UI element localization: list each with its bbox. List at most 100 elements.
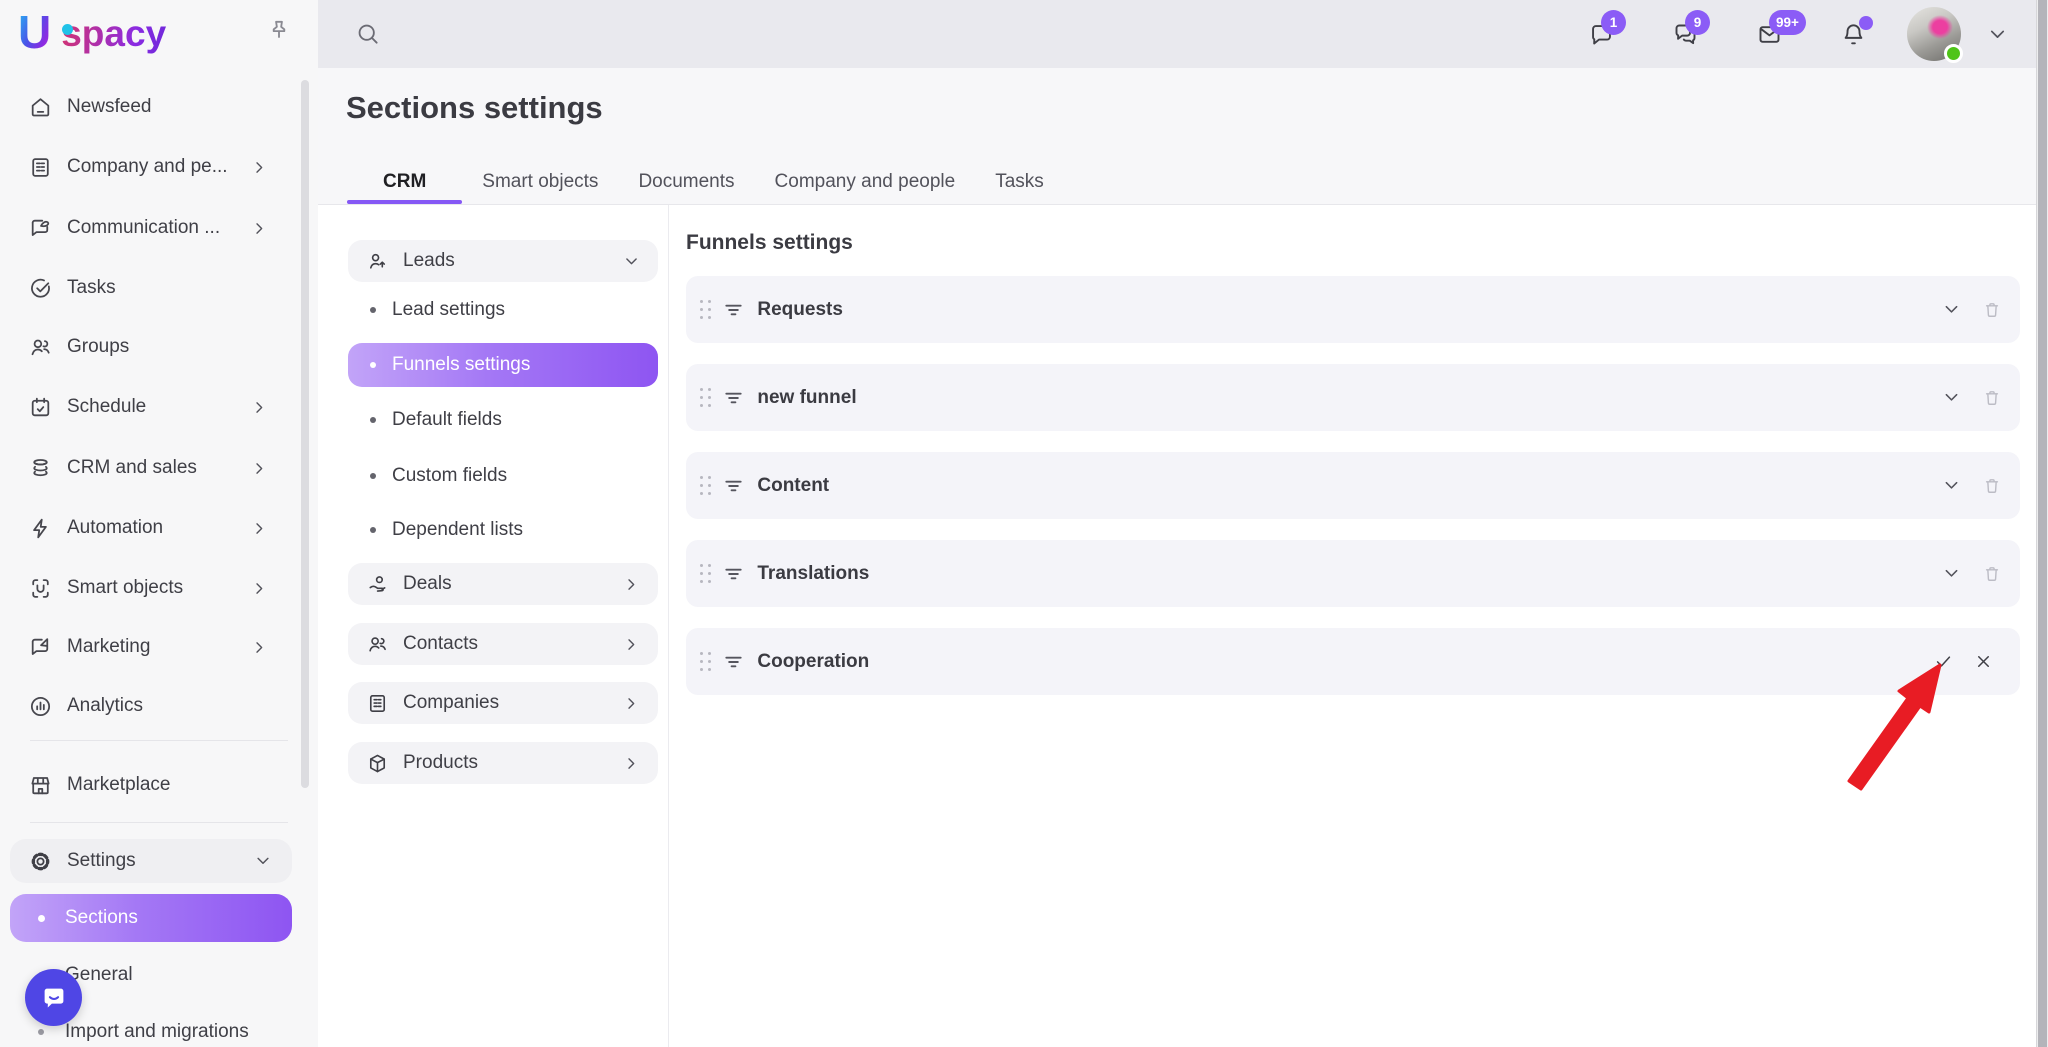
calendar-icon <box>28 395 53 420</box>
people-icon <box>28 335 53 360</box>
company-card-icon <box>28 155 53 180</box>
funnel-icon <box>722 386 745 409</box>
page-header: Sections settings CRM Smart objects Docu… <box>318 68 2036 205</box>
tab-smart-objects[interactable]: Smart objects <box>462 160 618 204</box>
chevron-right-icon <box>251 220 268 237</box>
chevron-right-icon <box>251 520 268 537</box>
chevron-right-icon <box>623 755 640 772</box>
bullet-dot <box>38 915 45 922</box>
sidebar-item-groups[interactable]: Groups <box>0 325 318 369</box>
user-menu-chevron-icon[interactable] <box>1987 24 2008 45</box>
nav-group-contacts[interactable]: Contacts <box>348 623 658 665</box>
storefront-icon <box>28 773 53 798</box>
sidebar-item-marketing[interactable]: Marketing <box>0 625 318 669</box>
nav-item-dependent-lists[interactable]: Dependent lists <box>348 516 658 544</box>
home-icon <box>28 95 53 120</box>
chat-badge: 1 <box>1601 10 1626 35</box>
sidebar-item-communication[interactable]: Communication ... <box>0 206 318 250</box>
nav-group-companies[interactable]: Companies <box>348 682 658 724</box>
analytics-icon <box>28 694 53 719</box>
sidebar-item-crm-and-sales[interactable]: CRM and sales <box>0 446 318 490</box>
funnel-name-edit-value[interactable]: Cooperation <box>757 651 869 673</box>
search-icon[interactable] <box>355 21 381 47</box>
nav-group-leads[interactable]: Leads <box>348 240 658 282</box>
sidebar-item-company-and-people[interactable]: Company and pe... <box>0 145 318 189</box>
chevron-down-icon <box>623 253 640 270</box>
logo-mark: U <box>18 8 51 56</box>
tab-crm[interactable]: CRM <box>347 160 462 204</box>
smart-objects-icon <box>28 576 53 601</box>
delete-funnel-icon[interactable] <box>1982 300 2002 320</box>
drag-handle[interactable] <box>700 564 711 583</box>
sidebar-item-sections[interactable]: Sections <box>10 894 292 942</box>
drag-handle[interactable] <box>700 652 711 671</box>
sidebar: U spacy Newsfeed Company and pe... Commu… <box>0 0 318 1047</box>
sidebar-item-newsfeed[interactable]: Newsfeed <box>0 85 318 129</box>
tab-documents[interactable]: Documents <box>618 160 754 204</box>
sidebar-item-automation[interactable]: Automation <box>0 506 318 550</box>
drag-handle[interactable] <box>700 388 711 407</box>
logo-text: spacy <box>61 8 166 60</box>
mail-icon[interactable]: 99+ <box>1756 21 1783 48</box>
megaphone-chat-icon <box>28 635 53 660</box>
intercom-launcher[interactable] <box>25 969 82 1026</box>
chat-pen-icon <box>28 216 53 241</box>
delete-funnel-icon[interactable] <box>1982 388 2002 408</box>
nav-item-custom-fields[interactable]: Custom fields <box>348 462 658 490</box>
sidebar-item-analytics[interactable]: Analytics <box>0 684 318 728</box>
sidebar-item-settings[interactable]: Settings <box>10 839 292 883</box>
pin-sidebar-icon[interactable] <box>266 18 292 44</box>
drag-handle[interactable] <box>700 300 711 319</box>
bullet-dot <box>370 473 376 479</box>
intercom-chat-icon <box>39 983 69 1013</box>
nav-group-deals[interactable]: Deals <box>348 563 658 605</box>
sidebar-item-schedule[interactable]: Schedule <box>0 385 318 429</box>
crm-settings-nav: Leads Lead settings Funnels settings Def… <box>318 205 669 1047</box>
chat-icon[interactable]: 1 <box>1588 21 1615 48</box>
page-title: Sections settings <box>346 90 603 126</box>
delete-funnel-icon[interactable] <box>1982 476 2002 496</box>
avatar[interactable] <box>1907 7 1961 61</box>
nav-item-lead-settings[interactable]: Lead settings <box>348 296 658 324</box>
sidebar-scrollbar[interactable] <box>301 80 309 788</box>
confirm-rename-icon[interactable] <box>1934 652 1953 671</box>
expand-funnel-chevron-icon[interactable] <box>1942 300 1961 319</box>
contacts-icon <box>366 633 389 656</box>
uspacy-app: U spacy Newsfeed Company and pe... Commu… <box>0 0 2048 1047</box>
expand-funnel-chevron-icon[interactable] <box>1942 388 1961 407</box>
chevron-right-icon <box>251 460 268 477</box>
nav-item-funnels-settings[interactable]: Funnels settings <box>348 343 658 387</box>
expand-funnel-chevron-icon[interactable] <box>1942 564 1961 583</box>
bullet-dot <box>370 417 376 423</box>
leads-icon <box>366 250 389 273</box>
sidebar-item-marketplace[interactable]: Marketplace <box>0 763 318 807</box>
funnel-row-new-funnel: new funnel <box>686 364 2020 431</box>
tab-tasks[interactable]: Tasks <box>975 160 1064 204</box>
funnel-icon <box>722 650 745 673</box>
sidebar-item-tasks[interactable]: Tasks <box>0 266 318 310</box>
topbar: 1 9 99+ <box>318 0 2036 68</box>
delete-funnel-icon[interactable] <box>1982 564 2002 584</box>
cancel-rename-icon[interactable] <box>1974 652 1993 671</box>
uspacy-logo[interactable]: U spacy <box>18 8 166 60</box>
page-scrollbar[interactable] <box>2036 0 2048 1047</box>
bullet-dot <box>370 527 376 533</box>
team-chat-badge: 9 <box>1685 10 1710 35</box>
funnel-row-cooperation-editing: Cooperation <box>686 628 2020 695</box>
page-scrollbar-thumb[interactable] <box>2038 0 2047 1047</box>
chevron-right-icon <box>251 580 268 597</box>
sidebar-item-smart-objects[interactable]: Smart objects <box>0 566 318 610</box>
nav-group-products[interactable]: Products <box>348 742 658 784</box>
bell-icon[interactable] <box>1840 21 1867 48</box>
team-chat-icon[interactable]: 9 <box>1672 21 1699 48</box>
expand-funnel-chevron-icon[interactable] <box>1942 476 1961 495</box>
deals-icon <box>366 573 389 596</box>
chevron-right-icon <box>251 639 268 656</box>
nav-item-default-fields[interactable]: Default fields <box>348 406 658 434</box>
chevron-right-icon <box>623 695 640 712</box>
check-circle-icon <box>28 276 53 301</box>
drag-handle[interactable] <box>700 476 711 495</box>
products-icon <box>366 752 389 775</box>
tab-company-and-people[interactable]: Company and people <box>755 160 976 204</box>
online-status-dot <box>1944 44 1963 63</box>
